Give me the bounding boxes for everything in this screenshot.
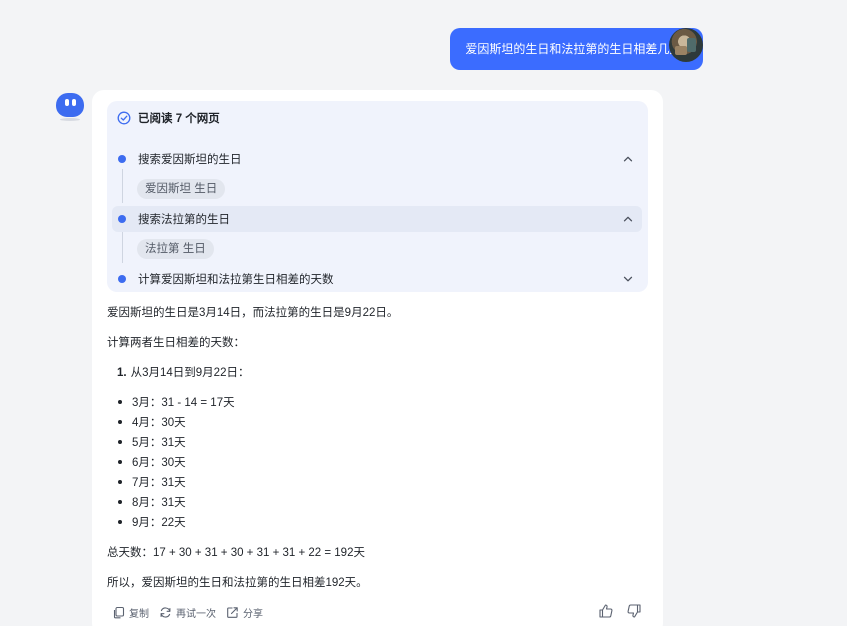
- retry-label: 再试一次: [176, 608, 216, 620]
- search-step-label: 计算爱因斯坦和法拉第生日相差的天数: [138, 274, 334, 286]
- bullet-text: 6月：30天: [132, 457, 186, 469]
- search-step-label: 搜索爱因斯坦的生日: [138, 154, 242, 166]
- thumbs-up-icon[interactable]: [598, 603, 614, 619]
- chevron-up-icon[interactable]: [622, 213, 634, 225]
- share-button[interactable]: 分享: [226, 605, 263, 620]
- search-panel-header[interactable]: 已阅读 7 个网页: [117, 109, 220, 127]
- bullet-item: 7月：31天: [117, 474, 186, 490]
- step-dot: [118, 275, 126, 283]
- bullet-text: 3月：31 - 14 = 17天: [132, 397, 235, 409]
- bullet-text: 9月：22天: [132, 517, 186, 529]
- share-icon: [227, 606, 238, 618]
- assistant-message-card: 已阅读 7 个网页 搜索爱因斯坦的生日 爱因斯坦 生日 搜索法拉第的生日 法拉第…: [92, 90, 663, 626]
- answer-intro: 爱因斯坦的生日是3月14日，而法拉第的生日是9月22日。: [107, 307, 399, 319]
- list-number: 1.: [117, 367, 127, 379]
- timeline-connector: [122, 229, 123, 263]
- search-step-3[interactable]: 计算爱因斯坦和法拉第生日相差的天数: [112, 266, 642, 292]
- user-message-bubble: 爱因斯坦的生日和法拉第的生日相差几天?: [450, 28, 703, 70]
- check-circle-icon: [117, 111, 131, 125]
- user-avatar[interactable]: [669, 28, 703, 62]
- bullet-item: 3月：31 - 14 = 17天: [117, 394, 235, 410]
- answer-calc-heading: 计算两者生日相差的天数：: [107, 337, 245, 349]
- user-message-row: 爱因斯坦的生日和法拉第的生日相差几天?: [450, 28, 703, 70]
- refresh-icon: [160, 606, 171, 618]
- step-dot: [118, 215, 126, 223]
- retry-button[interactable]: 再试一次: [159, 605, 216, 620]
- chevron-up-icon[interactable]: [622, 153, 634, 165]
- answer-total: 总天数：17 + 30 + 31 + 30 + 31 + 31 + 22 = 1…: [107, 547, 365, 559]
- search-query-chip[interactable]: 爱因斯坦 生日: [137, 179, 226, 199]
- step-dot: [118, 155, 126, 163]
- bullet-text: 5月：31天: [132, 437, 186, 449]
- assistant-avatar: [55, 91, 85, 121]
- copy-label: 复制: [129, 608, 149, 620]
- bullet-text: 4月：30天: [132, 417, 186, 429]
- search-panel-title: 已阅读 7 个网页: [138, 113, 220, 125]
- bullet-text: 7月：31天: [132, 477, 186, 489]
- bullet-text: 8月：31天: [132, 497, 186, 509]
- message-actions: 复制 再试一次 分享: [112, 603, 273, 621]
- bullet-item: 6月：30天: [117, 454, 186, 470]
- search-step-label: 搜索法拉第的生日: [138, 214, 230, 226]
- timeline-connector: [122, 169, 123, 203]
- chevron-down-icon[interactable]: [622, 273, 634, 285]
- bullet-item: 9月：22天: [117, 514, 186, 530]
- web-search-panel: 已阅读 7 个网页 搜索爱因斯坦的生日 爱因斯坦 生日 搜索法拉第的生日 法拉第…: [107, 101, 648, 292]
- answer-conclusion: 所以，爱因斯坦的生日和法拉第的生日相差192天。: [107, 577, 368, 589]
- copy-icon: [113, 606, 125, 618]
- bullet-item: 4月：30天: [117, 414, 186, 430]
- share-label: 分享: [243, 608, 263, 620]
- copy-button[interactable]: 复制: [112, 605, 149, 620]
- search-step-2[interactable]: 搜索法拉第的生日: [112, 206, 642, 232]
- search-step-1[interactable]: 搜索爱因斯坦的生日: [112, 146, 642, 172]
- bullet-item: 5月：31天: [117, 434, 186, 450]
- ordered-list-item: 1. 从3月14日到9月22日：: [117, 364, 249, 380]
- search-query-chip[interactable]: 法拉第 生日: [137, 239, 214, 259]
- thumbs-down-icon[interactable]: [626, 603, 642, 619]
- list-item-text: 从3月14日到9月22日：: [130, 367, 250, 379]
- bullet-item: 8月：31天: [117, 494, 186, 510]
